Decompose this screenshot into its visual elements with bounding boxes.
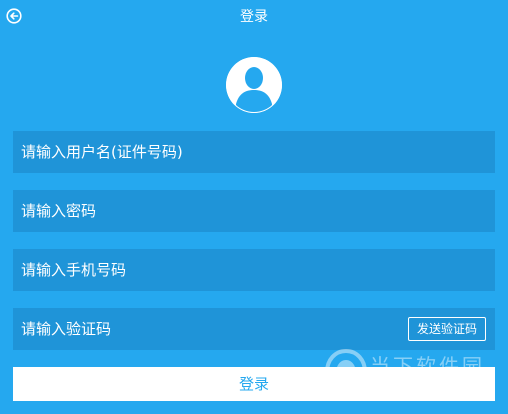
password-field-container: [13, 190, 495, 232]
phone-field-container: [13, 249, 495, 291]
page-title: 登录: [240, 9, 268, 25]
verification-code-field-container: 发送验证码: [13, 308, 495, 350]
send-code-button[interactable]: 发送验证码: [408, 317, 486, 341]
user-avatar: [226, 57, 282, 113]
username-input[interactable]: [13, 131, 495, 173]
login-button[interactable]: 登录: [13, 367, 495, 401]
username-field-container: [13, 131, 495, 173]
password-input[interactable]: [13, 190, 495, 232]
header-bar: 登录: [0, 0, 508, 34]
user-avatar-icon: [226, 57, 282, 113]
phone-input[interactable]: [13, 249, 495, 291]
